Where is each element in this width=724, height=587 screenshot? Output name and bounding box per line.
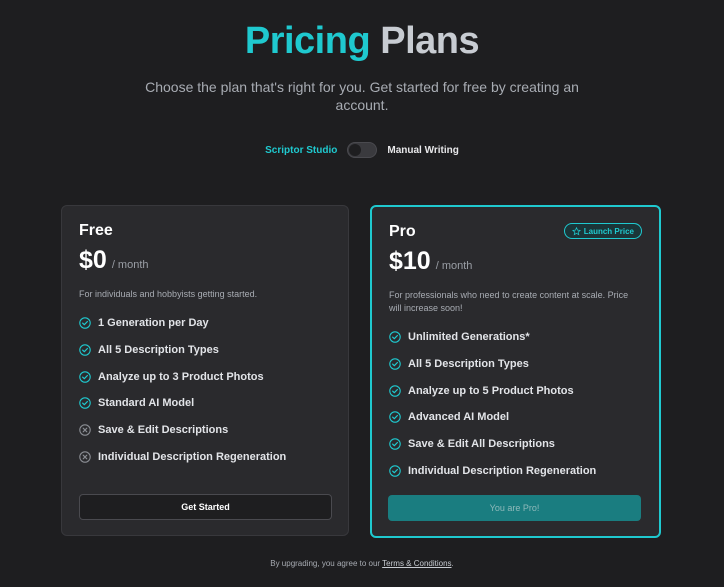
x-circle-icon xyxy=(79,451,91,463)
feature-item: Analyze up to 3 Product Photos xyxy=(79,363,286,390)
price-period: / month xyxy=(435,260,473,272)
feature-item: 1 Generation per Day xyxy=(79,310,286,337)
price-amount: $0 xyxy=(79,246,107,274)
page-subtitle: Choose the plan that's right for you. Ge… xyxy=(145,79,579,113)
get-started-button[interactable]: Get Started xyxy=(79,494,332,520)
toggle-label-manual-writing[interactable]: Manual Writing xyxy=(387,145,458,156)
feature-label: Individual Description Regeneration xyxy=(408,464,597,477)
check-circle-icon xyxy=(389,411,401,424)
check-circle-icon xyxy=(389,438,401,450)
feature-label: Standard AI Model xyxy=(98,397,195,410)
feature-label: Analyze up to 5 Product Photos xyxy=(408,384,574,397)
plan-price: $0 / month xyxy=(79,246,149,275)
feature-item: Standard AI Model xyxy=(79,390,286,417)
feature-list: Unlimited Generations* All 5 Description … xyxy=(389,324,596,484)
page-title: Pricing Plans xyxy=(0,20,724,63)
x-circle-icon xyxy=(79,424,91,436)
check-circle-icon xyxy=(389,465,401,477)
feature-item: Advanced AI Model xyxy=(389,404,596,431)
feature-label: All 5 Description Types xyxy=(98,344,219,357)
feature-label: All 5 Description Types xyxy=(408,358,529,371)
feature-label: Individual Description Regeneration xyxy=(98,450,287,463)
price-amount: $10 xyxy=(389,247,431,275)
feature-item: Save & Edit Descriptions xyxy=(79,417,286,444)
check-circle-icon xyxy=(389,358,401,370)
title-word-plans: Plans xyxy=(380,20,480,62)
title-word-pricing: Pricing xyxy=(244,20,371,62)
feature-item: Individual Description Regeneration xyxy=(389,457,596,484)
mode-toggle-row: Scriptor Studio Manual Writing xyxy=(0,140,724,160)
feature-item: All 5 Description Types xyxy=(389,351,596,378)
plan-description: For individuals and hobbyists getting st… xyxy=(79,289,258,299)
terms-link[interactable]: Terms & Conditions xyxy=(382,559,451,568)
price-period: / month xyxy=(111,259,149,271)
badge-label: Launch Price xyxy=(583,226,634,236)
footer-suffix: . xyxy=(451,559,454,568)
star-icon xyxy=(571,226,581,235)
feature-label: 1 Generation per Day xyxy=(98,317,209,330)
feature-item: All 5 Description Types xyxy=(79,337,286,364)
you-are-pro-button[interactable]: You are Pro! xyxy=(388,495,641,521)
plan-description: For professionals who need to create con… xyxy=(389,290,629,313)
check-circle-icon xyxy=(79,344,91,356)
launch-price-badge: Launch Price xyxy=(563,223,642,239)
feature-item: Unlimited Generations* xyxy=(389,324,596,351)
plan-price: $10 / month xyxy=(389,247,472,276)
feature-label: Analyze up to 3 Product Photos xyxy=(98,370,264,383)
check-circle-icon xyxy=(79,370,91,383)
feature-label: Advanced AI Model xyxy=(408,411,510,424)
toggle-knob xyxy=(349,144,362,156)
plan-name: Free xyxy=(79,222,113,239)
terms-footer: By upgrading, you agree to our Terms & C… xyxy=(0,559,724,568)
feature-list: 1 Generation per Day All 5 Description Ty… xyxy=(79,310,286,470)
feature-item: Individual Description Regeneration xyxy=(79,443,286,470)
free-plan-card: Free $0 / month For individuals and hobb… xyxy=(61,205,349,536)
feature-label: Save & Edit All Descriptions xyxy=(408,438,555,451)
mode-toggle-switch[interactable] xyxy=(347,142,378,158)
check-circle-icon xyxy=(79,317,91,330)
plan-name: Pro xyxy=(389,223,416,240)
check-circle-icon xyxy=(389,331,401,344)
check-circle-icon xyxy=(79,397,91,410)
footer-text: By upgrading, you agree to our xyxy=(270,559,381,568)
pro-plan-card: Pro Launch Price $10 / month For profess… xyxy=(370,205,661,538)
toggle-label-scriptor-studio[interactable]: Scriptor Studio xyxy=(265,145,337,156)
feature-item: Analyze up to 5 Product Photos xyxy=(389,377,596,404)
feature-item: Save & Edit All Descriptions xyxy=(389,431,596,458)
feature-label: Unlimited Generations* xyxy=(408,331,530,344)
check-circle-icon xyxy=(389,384,401,397)
feature-label: Save & Edit Descriptions xyxy=(98,424,229,437)
